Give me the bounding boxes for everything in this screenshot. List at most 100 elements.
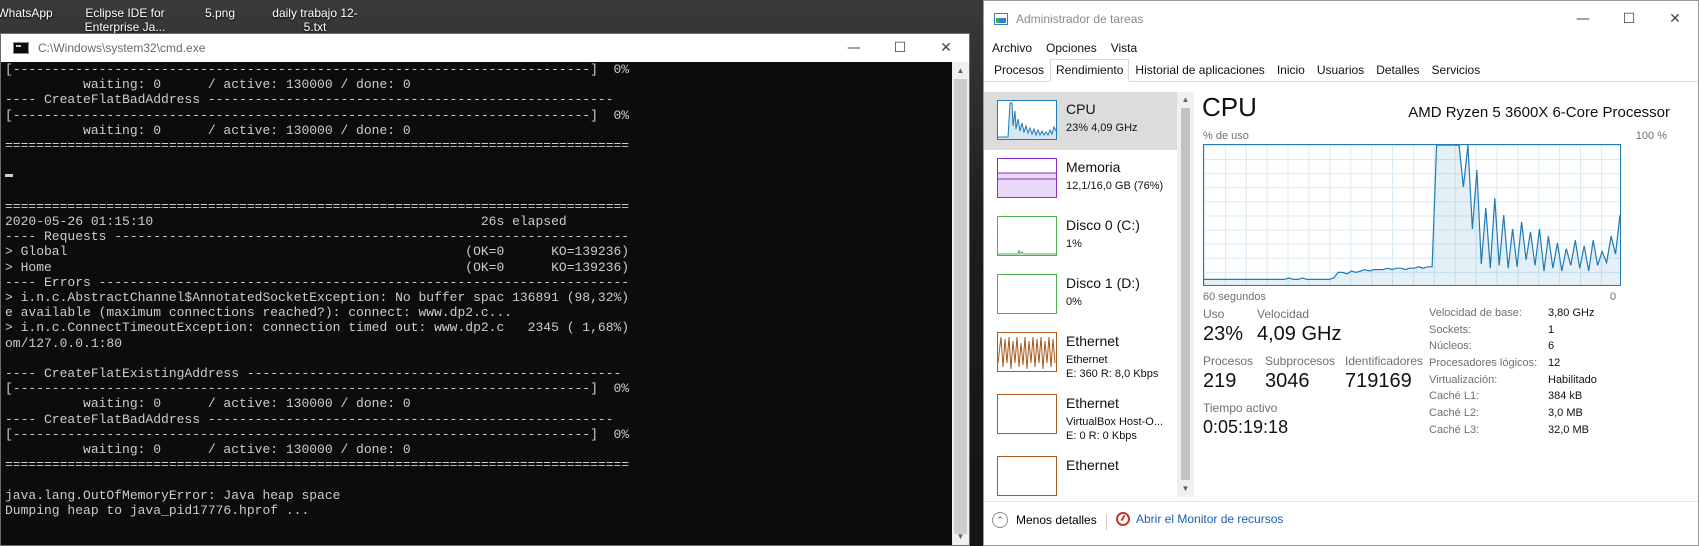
- cmd-window: C:\Windows\system32\cmd.exe — ☐ ✕ [-----…: [0, 33, 970, 546]
- console-line: java.lang.OutOfMemoryError: Java heap sp…: [5, 487, 341, 503]
- uso-value: 23%: [1203, 323, 1244, 345]
- console-line: ========================================…: [5, 457, 630, 473]
- ethernet-thumbnail-graph: [997, 332, 1057, 372]
- console-line: ========================================…: [5, 198, 630, 214]
- prop-value: 3,80 GHz: [1548, 307, 1595, 319]
- console-line: > Global (OK=0 KO=139236): [5, 244, 630, 260]
- uso-label: Uso: [1203, 307, 1225, 321]
- tab-historial[interactable]: Historial de aplicaciones: [1129, 59, 1270, 81]
- cmd-title: C:\Windows\system32\cmd.exe: [38, 41, 206, 55]
- tab-procesos[interactable]: Procesos: [988, 59, 1050, 81]
- graph-time-left: 60 segundos: [1203, 291, 1266, 303]
- cpu-detail-panel: CPU AMD Ryzen 5 3600X 6-Core Processor %…: [1195, 92, 1697, 497]
- resource-monitor-link[interactable]: Abrir el Monitor de recursos: [1116, 512, 1283, 526]
- fewer-details-label: Menos detalles: [1016, 513, 1097, 527]
- maximize-button[interactable]: ☐: [1606, 1, 1652, 37]
- scrollbar-thumb[interactable]: [954, 79, 967, 534]
- console-line: om/127.0.0.1:80: [5, 335, 123, 351]
- cpu-properties: Velocidad de base: 3,80 GHz Sockets: 1 Núc…: [1429, 307, 1689, 441]
- prop-key: Caché L1:: [1429, 390, 1480, 403]
- console-line: waiting: 0 / active: 130000 / done: 0: [5, 442, 411, 458]
- console-line: [---------------------------------------…: [5, 62, 630, 77]
- processor-name: AMD Ryzen 5 3600X 6-Core Processor: [1408, 104, 1670, 121]
- scroll-up-arrow-icon[interactable]: ▲: [1177, 92, 1194, 108]
- chevron-up-icon: ⌃: [992, 512, 1008, 528]
- scroll-up-arrow-icon[interactable]: ▲: [952, 62, 969, 79]
- scroll-down-arrow-icon[interactable]: ▼: [1177, 481, 1194, 497]
- desktop-icon-textfile[interactable]: daily trabajo 12-5.txt: [270, 6, 360, 34]
- console-line: waiting: 0 / active: 130000 / done: 0: [5, 396, 411, 412]
- cmd-scrollbar[interactable]: ▲ ▼: [952, 62, 969, 545]
- close-button[interactable]: ✕: [1652, 1, 1698, 37]
- resource-sub: Ethernet: [1066, 354, 1108, 366]
- prop-value: 3,0 MB: [1548, 407, 1583, 420]
- console-line: ---- Errors ----------------------------…: [5, 274, 630, 290]
- menu-vista[interactable]: Vista: [1111, 41, 1137, 55]
- resource-item-ethernet-2[interactable]: Ethernet VirtualBox Host-O... E: 0 R: 0 …: [984, 386, 1177, 444]
- cmd-titlebar[interactable]: C:\Windows\system32\cmd.exe — ☐ ✕: [1, 34, 969, 62]
- resource-item-ethernet-1[interactable]: Ethernet Ethernet E: 360 R: 8,0 Kbps: [984, 324, 1177, 382]
- prop-value: 6: [1548, 340, 1555, 353]
- tab-inicio[interactable]: Inicio: [1271, 59, 1311, 81]
- resource-name: Memoria: [1066, 159, 1121, 175]
- console-line: waiting: 0 / active: 130000 / done: 0: [5, 77, 411, 93]
- scrollbar-thumb[interactable]: [1181, 108, 1190, 480]
- tiempo-activo-value: 0:05:19:18: [1203, 417, 1289, 437]
- console-line: ---- CreateFlatExistingAddress ---------…: [5, 366, 622, 382]
- procesos-value: 219: [1203, 370, 1237, 392]
- tm-titlebar[interactable]: Administrador de tareas — ☐ ✕: [984, 1, 1698, 37]
- desktop-icon-eclipse[interactable]: Eclipse IDE for Enterprise Ja...: [80, 6, 170, 34]
- prop-value: Habilitado: [1548, 373, 1597, 386]
- console-output[interactable]: [---------------------------------------…: [1, 62, 953, 545]
- resource-item-cpu[interactable]: CPU 23% 4,09 GHz: [984, 92, 1177, 150]
- identificadores-value: 719169: [1345, 370, 1412, 392]
- resource-sub: VirtualBox Host-O...: [1066, 416, 1163, 428]
- console-line: [---------------------------------------…: [5, 426, 630, 442]
- cpu-thumbnail-graph: [997, 100, 1057, 140]
- minimize-button[interactable]: —: [831, 34, 877, 62]
- resource-list-scrollbar[interactable]: ▲ ▼: [1177, 92, 1194, 497]
- tiempo-activo-label: Tiempo activo: [1203, 401, 1278, 415]
- prop-key: Caché L2:: [1429, 407, 1480, 420]
- resource-item-disco1[interactable]: Disco 1 (D:) 0%: [984, 266, 1177, 324]
- desktop-icon-whatsapp[interactable]: WhatsApp: [0, 6, 70, 20]
- minimize-button[interactable]: —: [1560, 1, 1606, 37]
- cmd-app-icon: [13, 42, 29, 54]
- tab-usuarios[interactable]: Usuarios: [1311, 59, 1370, 81]
- console-line: ========================================…: [5, 138, 630, 154]
- prop-key: Caché L3:: [1429, 423, 1480, 436]
- desktop-icon-image[interactable]: 5.png: [175, 6, 265, 20]
- usage-axis-max: 100 %: [1635, 130, 1667, 142]
- resource-item-disco0[interactable]: Disco 0 (C:) 1%: [984, 208, 1177, 266]
- subprocesos-label: Subprocesos: [1265, 354, 1336, 368]
- prop-value: 384 kB: [1548, 390, 1583, 403]
- prop-key: Procesadores lógicos:: [1429, 357, 1538, 370]
- disk1-thumbnail-graph: [997, 274, 1057, 314]
- tab-rendimiento[interactable]: Rendimiento: [1050, 59, 1130, 82]
- tab-bar: Procesos Rendimiento Historial de aplica…: [984, 59, 1698, 82]
- console-line: [---------------------------------------…: [5, 107, 630, 123]
- scroll-down-arrow-icon[interactable]: ▼: [952, 528, 969, 545]
- maximize-button[interactable]: ☐: [877, 34, 923, 62]
- resource-item-memoria[interactable]: Memoria 12,1/16,0 GB (76%): [984, 150, 1177, 208]
- console-line: > i.n.c.AbstractChannel$AnnotatedSocketE…: [5, 290, 630, 306]
- console-line: waiting: 0 / active: 130000 / done: 0: [5, 122, 411, 138]
- console-line: ---- CreateFlatBadAddress --------------…: [5, 92, 614, 108]
- fewer-details-button[interactable]: ⌃ Menos detalles: [992, 512, 1097, 528]
- menu-opciones[interactable]: Opciones: [1046, 41, 1097, 55]
- tab-detalles[interactable]: Detalles: [1370, 59, 1425, 81]
- console-line: [---------------------------------------…: [5, 381, 630, 397]
- prop-key: Velocidad de base:: [1429, 307, 1522, 319]
- menu-bar: Archivo Opciones Vista: [984, 37, 1698, 59]
- resource-name: Ethernet: [1066, 333, 1119, 349]
- close-button[interactable]: ✕: [923, 34, 969, 62]
- resource-name: Ethernet: [1066, 395, 1119, 411]
- tab-servicios[interactable]: Servicios: [1426, 59, 1487, 81]
- detail-title: CPU: [1202, 92, 1257, 122]
- prop-key: Virtualización:: [1429, 373, 1498, 386]
- console-line: > Home (OK=0 KO=139236): [5, 259, 630, 275]
- menu-archivo[interactable]: Archivo: [992, 41, 1032, 55]
- divider: [1106, 514, 1107, 530]
- resource-item-ethernet-3[interactable]: Ethernet: [984, 448, 1177, 497]
- console-line: ---- CreateFlatBadAddress --------------…: [5, 411, 614, 427]
